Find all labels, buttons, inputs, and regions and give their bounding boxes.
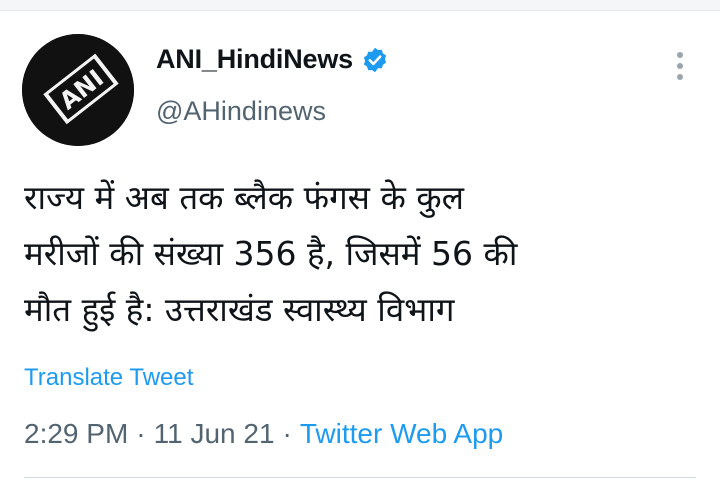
verified-badge-icon — [363, 47, 387, 72]
tweet-time[interactable]: 2:29 PM — [24, 418, 128, 449]
more-vertical-icon[interactable] — [666, 48, 694, 84]
author-name-row[interactable]: ANI_HindiNews — [156, 44, 389, 75]
tweet-source-link[interactable]: Twitter Web App — [300, 418, 503, 449]
meta-separator: · — [282, 418, 292, 449]
bottom-divider — [24, 477, 696, 478]
top-divider — [0, 0, 720, 11]
meta-separator: · — [136, 418, 146, 449]
ani-logo-icon: ANI — [22, 34, 134, 146]
tweet-metadata: 2:29 PM · 11 Jun 21 · Twitter Web App — [24, 418, 503, 450]
user-handle[interactable]: @AHindinews — [156, 96, 326, 127]
tweet-date[interactable]: 11 Jun 21 — [154, 418, 275, 449]
tweet-text: राज्य में अब तक ब्लैक फंगस के कुल मरीजों… — [24, 178, 518, 329]
display-name[interactable]: ANI_HindiNews — [156, 44, 353, 75]
avatar[interactable]: ANI — [22, 34, 134, 146]
translate-tweet-link[interactable]: Translate Tweet — [24, 364, 193, 392]
